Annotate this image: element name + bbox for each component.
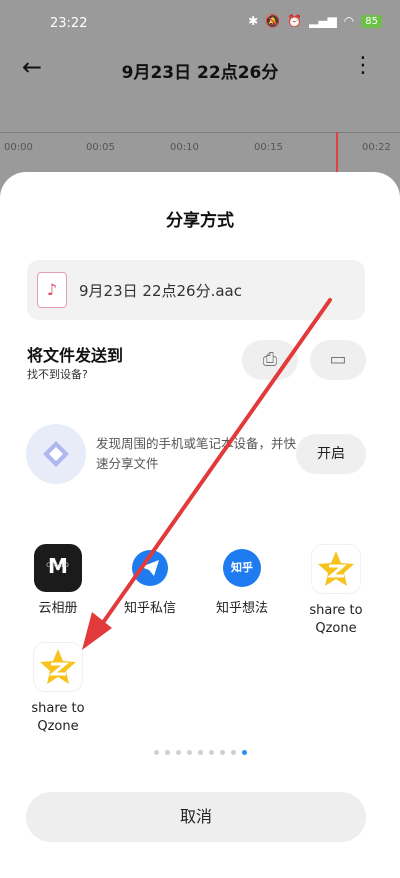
nearby-share-icon [26, 424, 86, 484]
recorder-title-bar: ← 9月23日 22点26分 ⋮ [0, 46, 400, 90]
monitor-icon: ▭ [329, 349, 347, 370]
page-dot [164, 750, 170, 755]
signal-icon: ▂▄▆ [309, 14, 337, 28]
status-time: 23:22 [50, 16, 88, 31]
zhihu-idea-icon: 知乎 [218, 544, 266, 592]
page-dot [219, 750, 225, 755]
qzone-icon [33, 642, 83, 692]
app-label: 知乎私信 [123, 601, 176, 616]
nearby-share-description: 发现周围的手机或笔记本设备，并快速分享文件 [96, 436, 297, 471]
share-target-qzone[interactable]: share to Qzone [290, 544, 382, 638]
bluetooth-icon: ✱ [248, 14, 259, 28]
share-target-zhihu-idea[interactable]: 知乎 知乎想法 [196, 544, 288, 618]
share-target-zhihu-message[interactable]: 知乎私信 [104, 544, 196, 618]
zhihu-message-icon [126, 544, 174, 592]
page-dot [208, 750, 214, 755]
alarm-icon: ⏰ [287, 14, 303, 28]
app-label: 知乎想法 [215, 601, 268, 616]
timeline-tick: 00:00 [4, 142, 33, 153]
page-dot [175, 750, 181, 755]
battery-icon: 85 [361, 14, 382, 28]
qzone-icon [311, 544, 361, 594]
timeline-tick: 00:22 [362, 142, 391, 153]
recording-timeline[interactable]: 00:00 00:05 00:10 00:15 00:22 [0, 132, 400, 173]
page-dot [241, 750, 247, 755]
mute-icon: 🔕 [265, 14, 281, 28]
page-dot [186, 750, 192, 755]
send-to-title: 将文件发送到 [27, 346, 124, 365]
timeline-tick: 00:15 [254, 142, 283, 153]
more-options-icon[interactable]: ⋮ [352, 52, 374, 82]
cancel-button[interactable]: 取消 [26, 792, 366, 842]
print-button[interactable]: ⎙ [242, 340, 298, 380]
wifi-icon: ◠ [343, 14, 355, 28]
page-dot [230, 750, 236, 755]
share-target-cloud-album[interactable]: M CloUD 云相册 [12, 544, 104, 618]
page-dot [153, 750, 159, 755]
enable-nearby-button[interactable]: 开启 [296, 434, 366, 474]
printer-icon: ⎙ [262, 349, 278, 370]
page-indicator [0, 750, 400, 755]
app-label: share to Qzone [31, 701, 85, 734]
share-sheet: 分享方式 ♪ 9月23日 22点26分.aac 将文件发送到 找不到设备? ⎙ … [0, 172, 400, 878]
cloud-album-icon: M CloUD [34, 544, 82, 592]
status-icons: ✱ 🔕 ⏰ ▂▄▆ ◠ 85 [248, 14, 382, 28]
shared-file-card: ♪ 9月23日 22点26分.aac [27, 260, 365, 320]
playhead[interactable] [336, 132, 338, 172]
share-target-qzone[interactable]: share to Qzone [12, 642, 104, 736]
recording-title: 9月23日 22点26分 [121, 63, 279, 83]
timeline-tick: 00:05 [86, 142, 115, 153]
app-label: 云相册 [38, 601, 78, 616]
screen-cast-button[interactable]: ▭ [310, 340, 366, 380]
app-label: share to Qzone [309, 603, 363, 636]
file-name: 9月23日 22点26分.aac [79, 282, 242, 300]
share-sheet-title: 分享方式 [166, 211, 234, 231]
page-dot [197, 750, 203, 755]
status-bar: 23:22 ✱ 🔕 ⏰ ▂▄▆ ◠ 85 [0, 0, 400, 46]
audio-file-icon: ♪ [37, 272, 67, 308]
timeline-tick: 00:10 [170, 142, 199, 153]
device-not-found-link[interactable]: 找不到设备? [27, 366, 88, 382]
